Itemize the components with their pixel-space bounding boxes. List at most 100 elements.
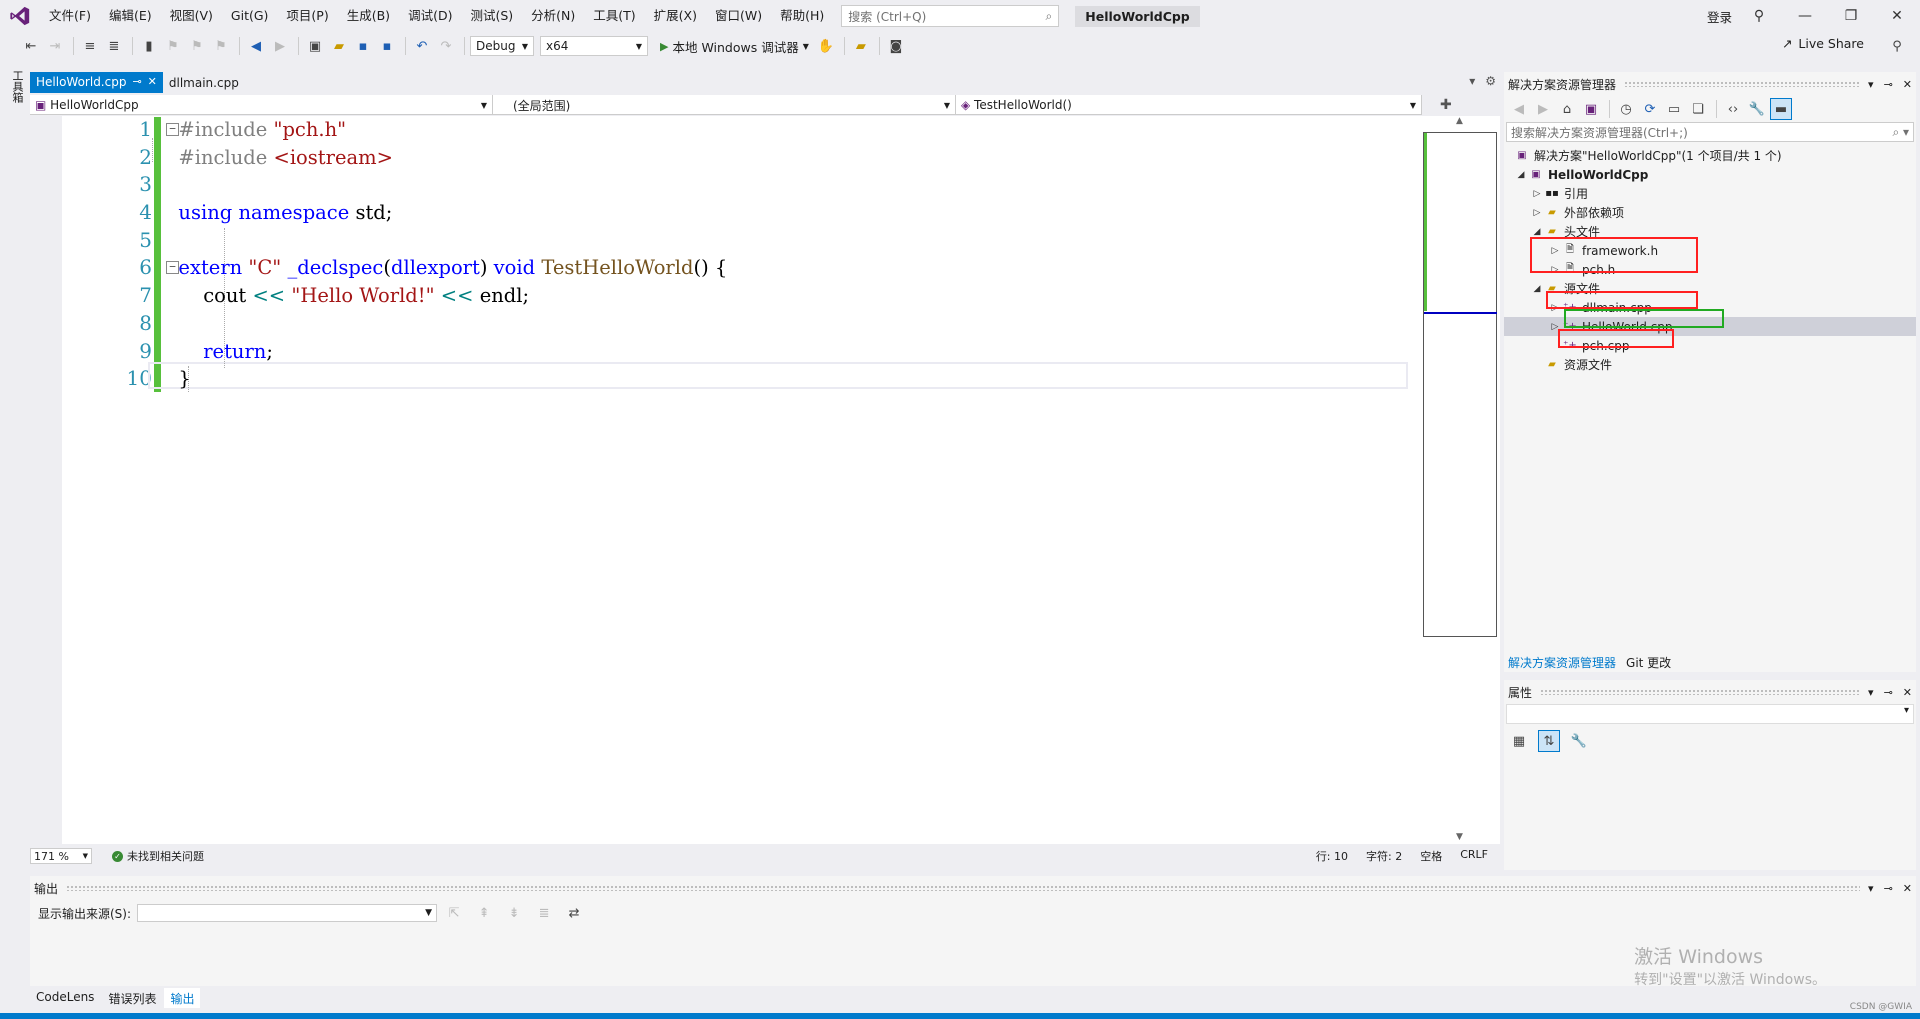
menu-debug[interactable]: 调试(D): [399, 0, 461, 32]
outdent-icon[interactable]: ≣: [103, 35, 125, 57]
clear-all-icon[interactable]: ≣: [533, 902, 555, 924]
collapsed-arrow-icon[interactable]: ▷: [1530, 189, 1544, 199]
menu-file[interactable]: 文件(F): [40, 0, 100, 32]
scope-dropdown[interactable]: (全局范围) ▼: [493, 95, 956, 115]
forward-icon[interactable]: ▶: [1532, 98, 1554, 120]
close-icon[interactable]: ✕: [1903, 882, 1912, 895]
next-message-icon[interactable]: ⇟: [503, 902, 525, 924]
preview-icon[interactable]: ▬: [1770, 98, 1792, 120]
tab-dllmain-cpp[interactable]: dllmain.cpp: [163, 72, 245, 93]
new-project-icon[interactable]: ▣: [304, 35, 326, 57]
login-link[interactable]: 登录: [1707, 7, 1732, 26]
tree-item-project[interactable]: ◢ ▣ HelloWorldCpp: [1504, 165, 1916, 184]
pin-icon[interactable]: ⊸: [132, 75, 141, 88]
pin-icon[interactable]: ⊸: [1884, 686, 1893, 699]
account-icon[interactable]: ⚲: [1736, 0, 1782, 32]
tab-solution-explorer[interactable]: 解决方案资源管理器: [1508, 654, 1616, 671]
member-dropdown[interactable]: ◈ TestHelloWorld() ▼: [956, 95, 1422, 115]
restore-icon[interactable]: ❐: [1828, 0, 1874, 32]
scroll-down-icon[interactable]: ▼: [1456, 832, 1463, 842]
tree-item-references[interactable]: ▷ ▪▪ 引用: [1504, 184, 1916, 203]
line-ending-indicator[interactable]: CRLF: [1460, 848, 1488, 864]
feedback-icon[interactable]: ⚲: [1886, 35, 1908, 57]
menu-git[interactable]: Git(G): [222, 0, 278, 32]
home-icon[interactable]: ⌂: [1556, 98, 1578, 120]
navigate-back-icon[interactable]: ◀: [245, 35, 267, 57]
search-input[interactable]: 搜索 (Ctrl+Q) ⌕: [841, 5, 1060, 27]
pin-icon[interactable]: ⊸: [1884, 78, 1893, 91]
properties-icon[interactable]: 🔧: [1746, 98, 1768, 120]
window-position-icon[interactable]: ▾: [1868, 882, 1874, 895]
expanded-arrow-icon[interactable]: ◢: [1514, 170, 1528, 180]
object-select[interactable]: ▾: [1506, 704, 1914, 724]
screenshot-icon[interactable]: ◙: [885, 35, 907, 57]
drag-handle[interactable]: [66, 885, 1861, 891]
redo-icon[interactable]: ↷: [435, 35, 457, 57]
tab-list-dropdown-icon[interactable]: ▾: [1469, 74, 1475, 88]
menu-test[interactable]: 测试(S): [461, 0, 522, 32]
window-position-icon[interactable]: ▾: [1868, 686, 1874, 699]
alphabetical-icon[interactable]: ⇅: [1538, 730, 1560, 752]
categorized-icon[interactable]: ▦: [1508, 730, 1530, 752]
issues-indicator[interactable]: ✓ 未找到相关问题: [112, 848, 204, 864]
scroll-up-icon[interactable]: ▲: [1456, 116, 1463, 126]
property-pages-icon[interactable]: 🔧: [1568, 730, 1590, 752]
menu-view[interactable]: 视图(V): [161, 0, 222, 32]
clear-bookmarks-icon[interactable]: ⚑: [210, 35, 232, 57]
tab-helloworld-cpp[interactable]: HelloWorld.cpp ⊸ ✕: [30, 72, 163, 93]
save-icon[interactable]: ▪: [352, 35, 374, 57]
view-code-icon[interactable]: ‹›: [1722, 98, 1744, 120]
prev-bookmark-icon[interactable]: ⚑: [162, 35, 184, 57]
undo-icon[interactable]: ↶: [411, 35, 433, 57]
pin-icon[interactable]: ⊸: [1884, 882, 1893, 895]
tree-item-resource-files[interactable]: ▰ 资源文件: [1504, 355, 1916, 374]
save-all-icon[interactable]: ▪: [376, 35, 398, 57]
close-tab-icon[interactable]: ✕: [148, 75, 157, 88]
zoom-select[interactable]: 171 % ▼: [30, 848, 92, 864]
close-icon[interactable]: ✕: [1874, 0, 1920, 32]
next-bookmark-icon[interactable]: ⚑: [186, 35, 208, 57]
tab-codelens[interactable]: CodeLens: [30, 988, 100, 1008]
toolbox-strip[interactable]: 工具箱: [0, 64, 26, 1019]
collapse-icon[interactable]: −: [166, 123, 179, 136]
output-source-select[interactable]: ▼: [137, 904, 438, 922]
drag-handle[interactable]: [1624, 81, 1861, 87]
tab-error-list[interactable]: 错误列表: [102, 988, 162, 1008]
pending-changes-icon[interactable]: ◷: [1615, 98, 1637, 120]
line-indicator[interactable]: 行: 10: [1316, 848, 1348, 864]
bookmark-icon[interactable]: ▮: [138, 35, 160, 57]
menu-analyze[interactable]: 分析(N): [522, 0, 584, 32]
start-debugging-button[interactable]: ▶ 本地 Windows 调试器 ▼: [660, 37, 809, 56]
navigate-forward-icon[interactable]: ▶: [269, 35, 291, 57]
comment-icon[interactable]: ⇤: [20, 35, 42, 57]
menu-extensions[interactable]: 扩展(X): [645, 0, 706, 32]
show-all-files-icon[interactable]: ❏: [1687, 98, 1709, 120]
find-in-files-icon[interactable]: ▰: [850, 35, 872, 57]
expanded-arrow-icon[interactable]: ◢: [1530, 227, 1544, 237]
solution-search-input[interactable]: 搜索解决方案资源管理器(Ctrl+;) ⌕ ▾: [1506, 122, 1914, 142]
code-editor[interactable]: 1 2 3 4 5 6 7 8 9 10 − #include "pch.h" …: [30, 116, 1422, 844]
minimap-viewport[interactable]: [1423, 132, 1497, 637]
settings-icon[interactable]: ⚙: [1485, 74, 1496, 88]
back-icon[interactable]: ◀: [1508, 98, 1530, 120]
whitespace-indicator[interactable]: 空格: [1420, 848, 1442, 864]
tab-output[interactable]: 输出: [164, 988, 201, 1008]
live-share-button[interactable]: ↗ Live Share: [1782, 36, 1864, 51]
menu-window[interactable]: 窗口(W): [706, 0, 771, 32]
expanded-arrow-icon[interactable]: ◢: [1530, 284, 1544, 294]
tree-item-solution[interactable]: ▣ 解决方案"HelloWorldCpp"(1 个项目/共 1 个): [1504, 146, 1916, 165]
split-window-icon[interactable]: ✚: [1440, 97, 1452, 113]
collapsed-arrow-icon[interactable]: ▷: [1530, 208, 1544, 218]
sync-icon[interactable]: ⟳: [1639, 98, 1661, 120]
window-position-icon[interactable]: ▾: [1868, 78, 1874, 91]
configuration-select[interactable]: Debug ▼: [470, 36, 534, 56]
prev-message-icon[interactable]: ⇞: [473, 902, 495, 924]
tree-item-external-deps[interactable]: ▷ ▰ 外部依赖项: [1504, 203, 1916, 222]
hot-reload-icon[interactable]: ✋: [815, 35, 837, 57]
uncomment-icon[interactable]: ⇥: [44, 35, 66, 57]
find-message-icon[interactable]: ⇱: [443, 902, 465, 924]
indent-icon[interactable]: ≡: [79, 35, 101, 57]
char-indicator[interactable]: 字符: 2: [1366, 848, 1402, 864]
menu-project[interactable]: 项目(P): [277, 0, 337, 32]
menu-help[interactable]: 帮助(H): [771, 0, 833, 32]
